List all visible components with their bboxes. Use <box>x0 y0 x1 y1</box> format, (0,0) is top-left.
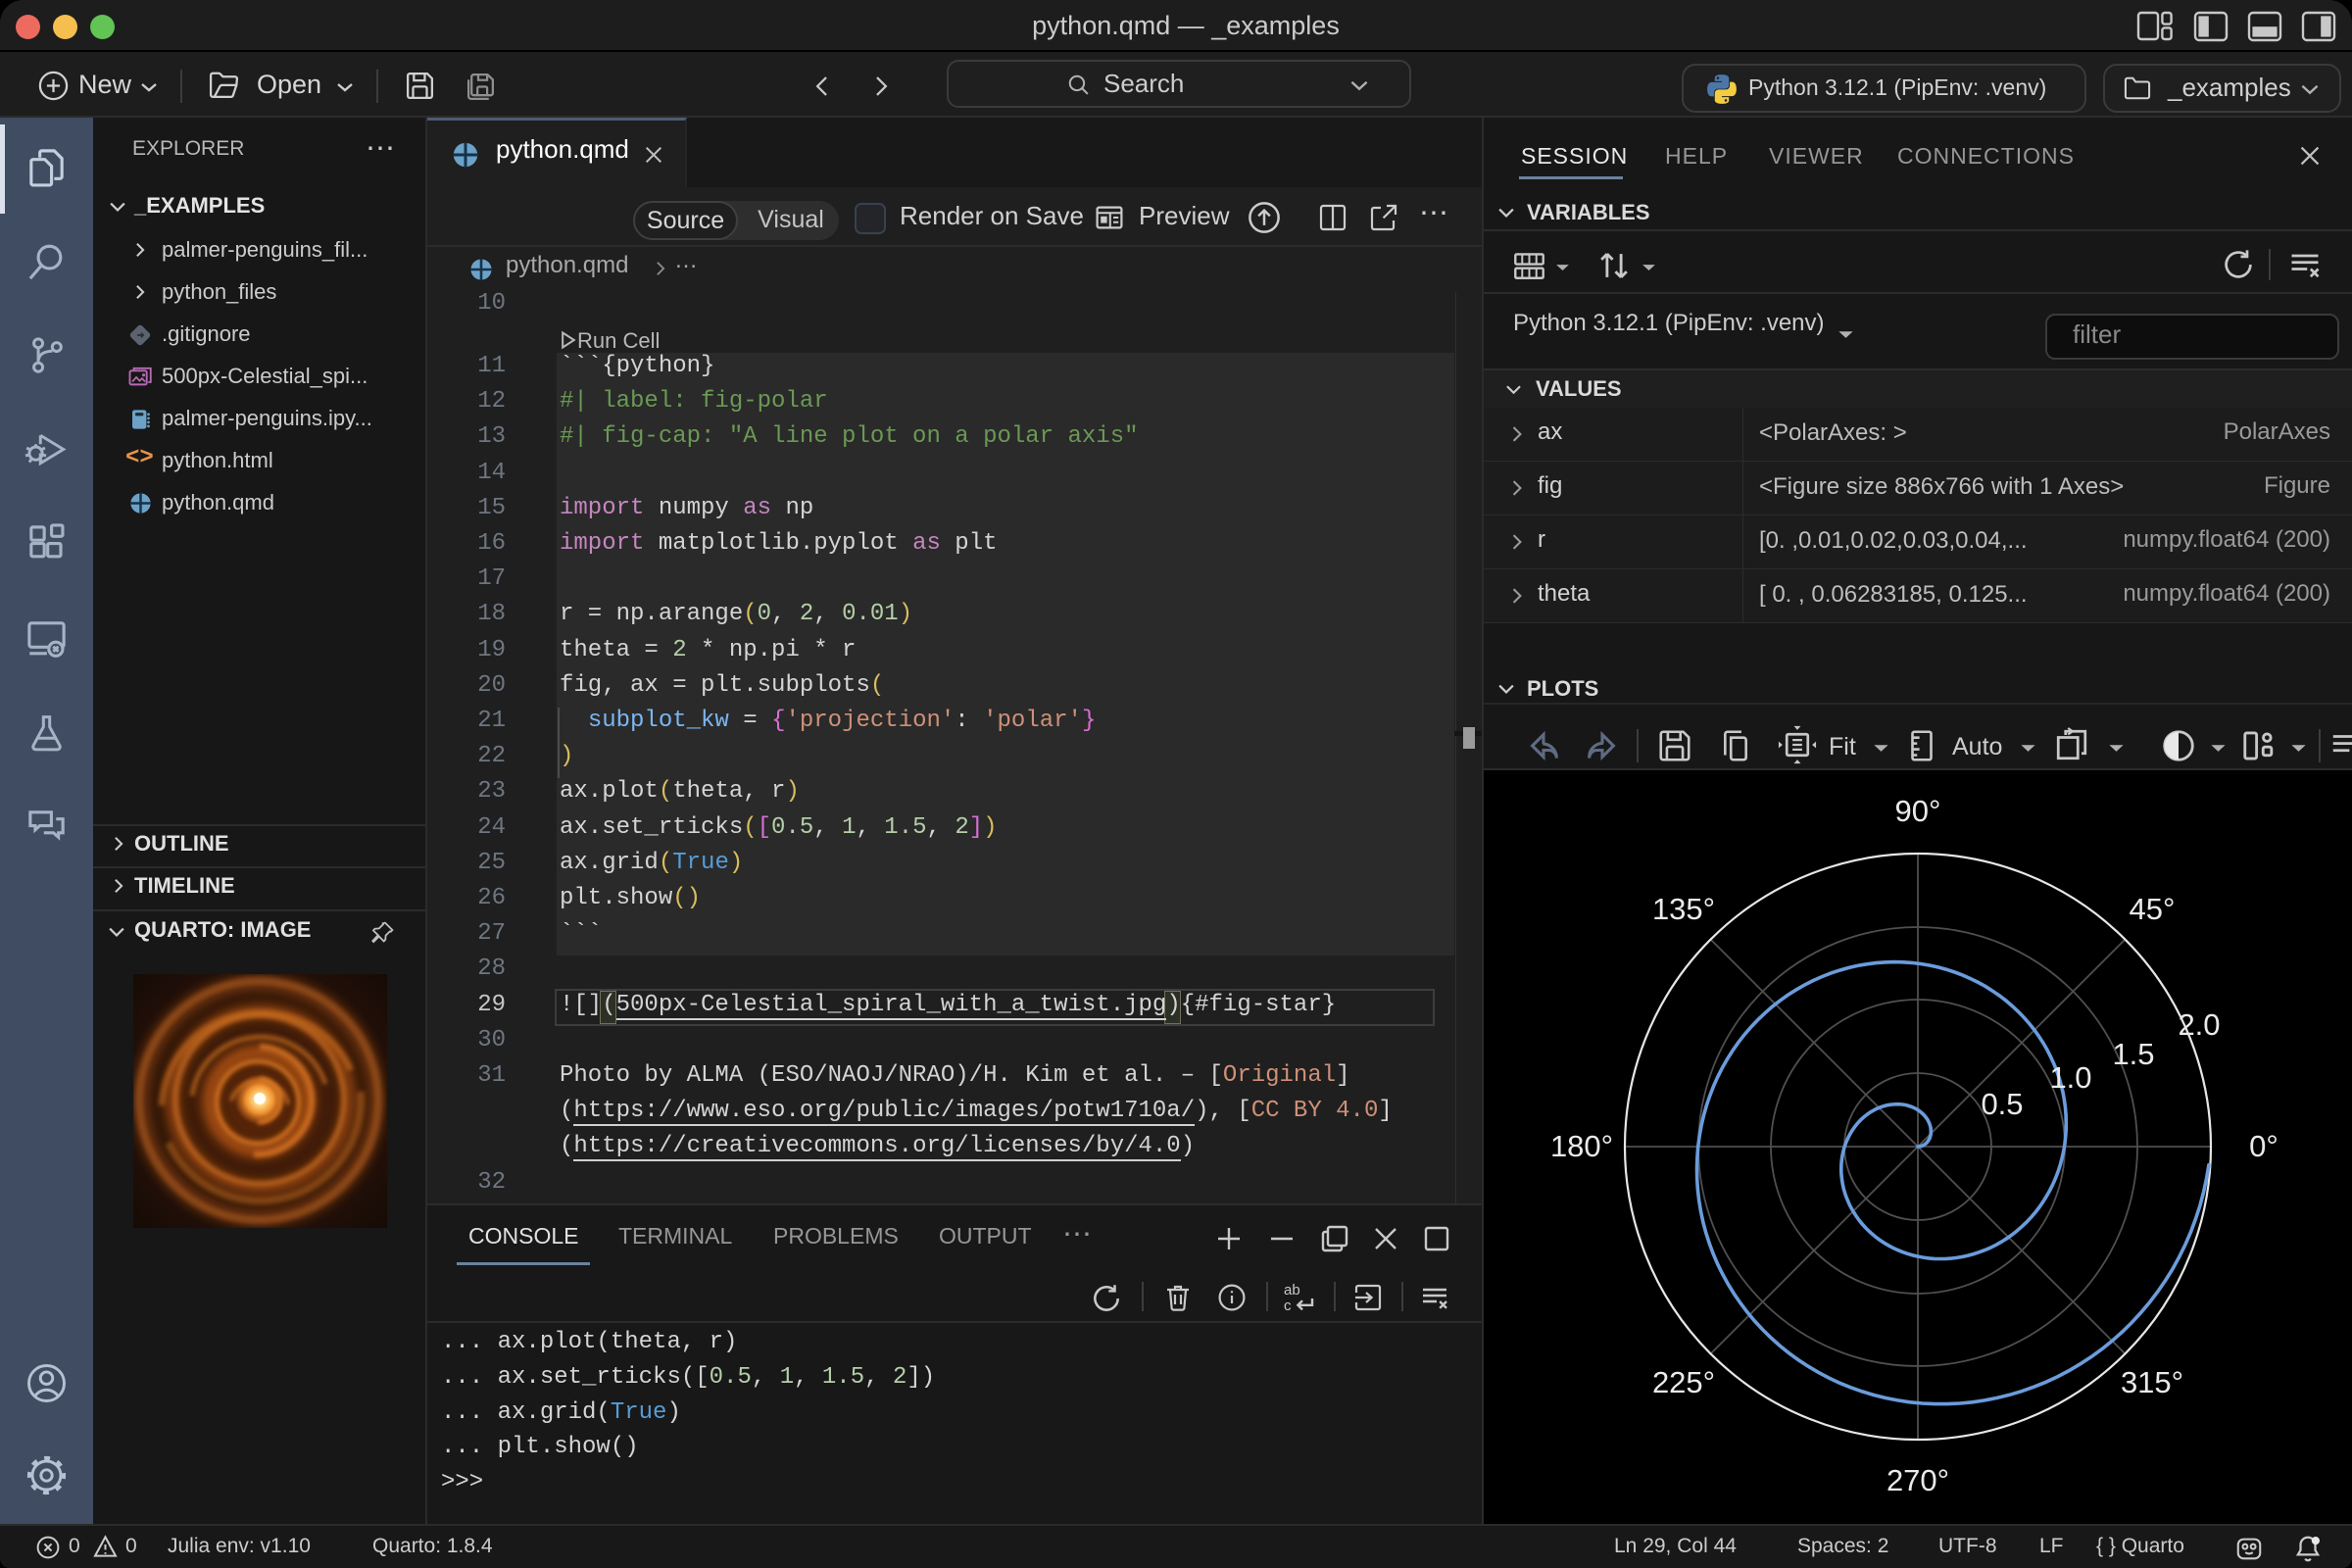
svg-text:c: c <box>1284 1298 1292 1314</box>
svg-text:135°: 135° <box>1652 892 1715 926</box>
svg-text:225°: 225° <box>1652 1365 1715 1399</box>
svg-text:ab: ab <box>1284 1282 1300 1298</box>
svg-text:270°: 270° <box>1886 1463 1949 1497</box>
svg-text:0°: 0° <box>2249 1129 2278 1163</box>
svg-text:90°: 90° <box>1895 794 1941 828</box>
svg-text:180°: 180° <box>1550 1129 1613 1163</box>
svg-text:45°: 45° <box>2130 892 2176 926</box>
svg-text:1.5: 1.5 <box>2112 1037 2154 1071</box>
svg-text:1.0: 1.0 <box>2049 1060 2091 1095</box>
svg-text:315°: 315° <box>2121 1365 2183 1399</box>
svg-text:2.0: 2.0 <box>2178 1007 2220 1042</box>
svg-text:0.5: 0.5 <box>1981 1087 2023 1121</box>
